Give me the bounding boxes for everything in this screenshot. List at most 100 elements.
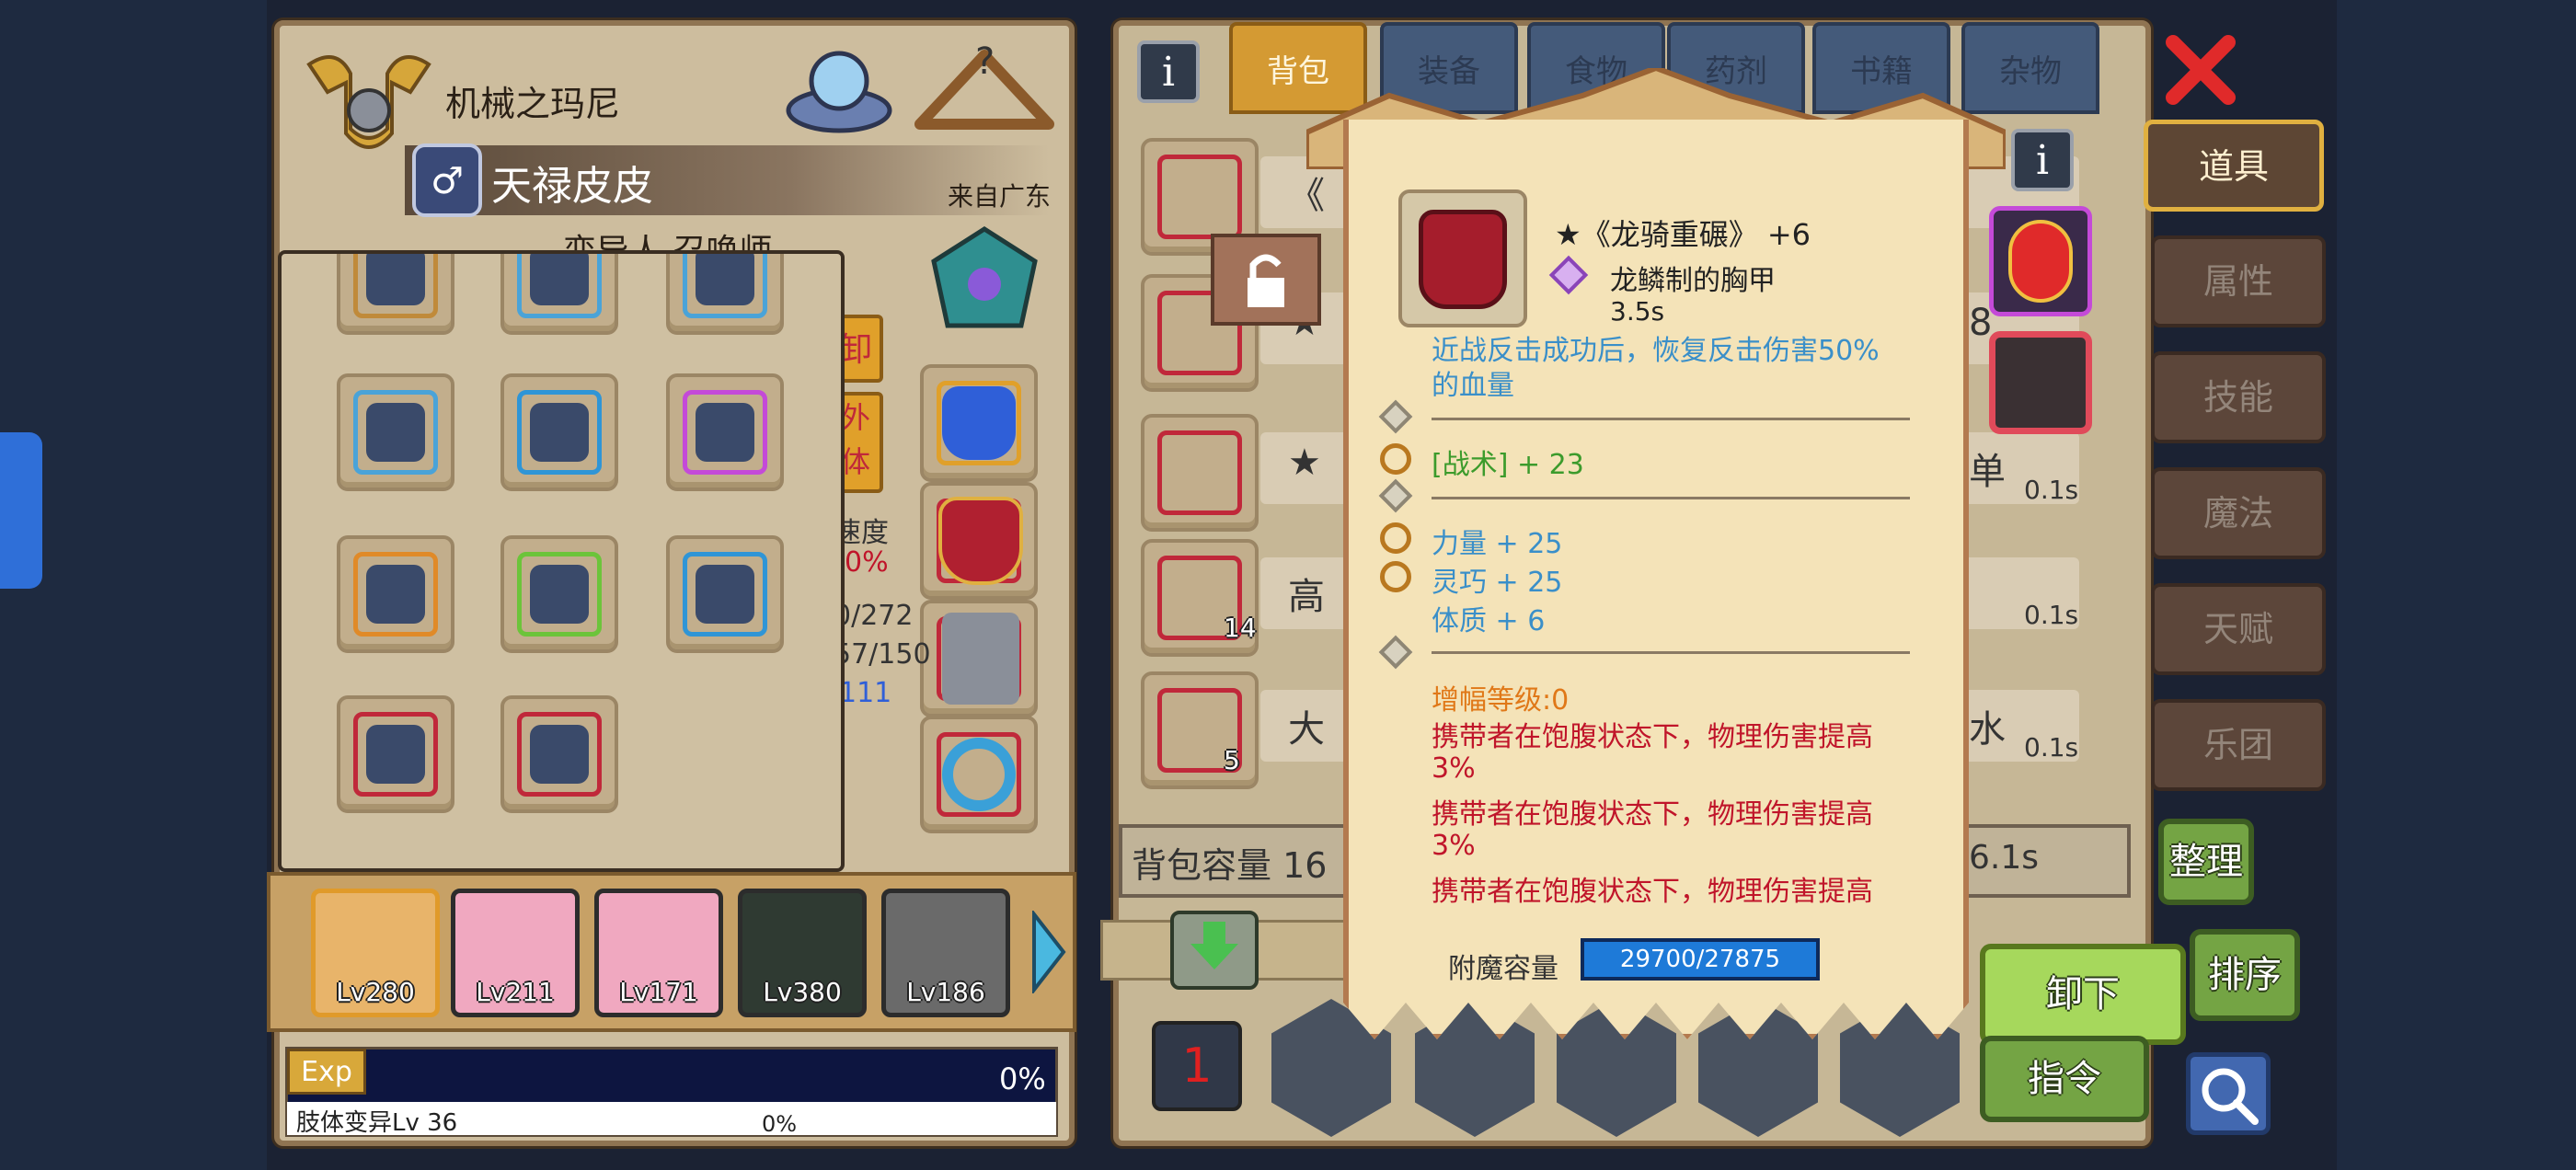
red-helmet-icon xyxy=(938,497,1023,585)
side-menu-item[interactable]: 魔法 xyxy=(2151,467,2326,559)
command-button[interactable]: 指令 xyxy=(1980,1036,2149,1122)
skill-label: 肢体变异Lv 36 xyxy=(296,1109,458,1137)
equipment-slot[interactable] xyxy=(666,373,784,491)
svg-text:?: ? xyxy=(975,40,995,83)
tooltip-bonus-line: 3% xyxy=(1432,752,1476,785)
tooltip-amp-level: 增幅等级:0 xyxy=(1432,684,1570,717)
side-slot-gauntlet[interactable] xyxy=(920,364,1038,482)
origin-label: 来自广东 xyxy=(948,181,1052,212)
key-icon xyxy=(1380,522,1411,554)
tooltip-bonus-line: 携带者在饱腹状态下，物理伤害提高 xyxy=(1432,798,1873,831)
team-portrait[interactable]: Lv186 xyxy=(881,889,1010,1017)
equipment-slot[interactable] xyxy=(500,373,618,491)
tooltip-constitution: 体质 + 6 xyxy=(1432,605,1546,637)
portrait-level: Lv186 xyxy=(906,977,985,1007)
branch-icon xyxy=(366,565,425,624)
row-time: 0.1s xyxy=(2024,475,2079,505)
gear-orb-icon xyxy=(366,403,425,462)
side-slot-ring[interactable] xyxy=(920,716,1038,833)
capacity-label: 背包容量 16 xyxy=(1132,845,1328,886)
info-icon[interactable]: i xyxy=(1137,40,1200,103)
background-left xyxy=(0,0,267,1170)
boots-icon xyxy=(942,613,1019,705)
search-icon[interactable] xyxy=(2186,1052,2271,1135)
tooltip-item-time: 3.5s xyxy=(1610,296,1665,327)
branch-icon xyxy=(696,403,754,462)
unequip-button[interactable]: 卸下 xyxy=(1980,944,2186,1045)
equipment-slot[interactable] xyxy=(500,254,618,335)
equipment-grid-panel xyxy=(278,250,845,872)
sort-button[interactable]: 整理 xyxy=(2158,819,2254,905)
guild-name: 机械之玛尼 xyxy=(445,84,621,124)
team-portrait[interactable]: Lv380 xyxy=(738,889,867,1017)
empty-gem-slot[interactable] xyxy=(1989,331,2092,434)
side-menu-item[interactable]: 属性 xyxy=(2151,235,2326,327)
row-time: 0.1s xyxy=(2024,600,2079,630)
row-name: 大 xyxy=(1288,708,1325,751)
tooltip-bonus-line: 携带者在饱腹状态下，物理伤害提高 xyxy=(1432,876,1873,908)
team-portrait[interactable]: Lv171 xyxy=(594,889,723,1017)
side-slot-helmet[interactable] xyxy=(920,482,1038,600)
gauntlet-icon xyxy=(942,386,1016,460)
equipment-slot[interactable] xyxy=(337,535,454,653)
mp-value: 57/150 xyxy=(834,638,931,671)
tooltip-item-slot xyxy=(1398,189,1527,327)
equipment-slot[interactable] xyxy=(337,695,454,813)
number-sort-icon[interactable]: 1 xyxy=(1152,1021,1242,1111)
row-suffix: 单 xyxy=(1969,451,2006,493)
row-name: 高 xyxy=(1288,576,1325,618)
inventory-item-slot[interactable] xyxy=(1141,671,1259,789)
side-slot-boots[interactable] xyxy=(920,600,1038,717)
guild-emblem-icon xyxy=(300,37,438,156)
row-time: 0.1s xyxy=(2024,732,2079,763)
portal-icon[interactable] xyxy=(784,37,894,138)
equipment-slot[interactable] xyxy=(500,695,618,813)
side-menu-item[interactable]: 技能 xyxy=(2151,351,2326,443)
equipment-slot[interactable] xyxy=(666,535,784,653)
side-menu-item[interactable]: 乐团 xyxy=(2151,699,2326,791)
tooltip-bonus-line: 携带者在饱腹状态下，物理伤害提高 xyxy=(1432,721,1873,753)
ruby-gem-slot[interactable] xyxy=(1989,206,2092,316)
hanger-icon[interactable]: ? xyxy=(911,37,1058,138)
divider xyxy=(1432,497,1910,499)
row-name: 《 xyxy=(1288,175,1325,217)
side-menu-item[interactable]: 天赋 xyxy=(2151,583,2326,675)
equipment-slot[interactable] xyxy=(337,373,454,491)
next-arrow-icon[interactable] xyxy=(1030,909,1067,995)
tooltip-tactic: [战术] + 23 xyxy=(1432,449,1584,481)
chestplate-icon xyxy=(1419,210,1507,309)
footer-time: 6.1s xyxy=(1969,839,2040,877)
row-count: 5 xyxy=(1224,745,1240,775)
skill-pct: 0% xyxy=(762,1111,798,1137)
speed-value: 0% xyxy=(845,546,889,579)
enchant-bar: 29700/27875 xyxy=(1581,938,1820,981)
team-portrait[interactable]: Lv211 xyxy=(451,889,580,1017)
gear-orb-icon xyxy=(530,254,589,305)
slot-frame xyxy=(1157,430,1242,515)
enchant-label: 附魔容量 xyxy=(1448,953,1558,985)
tooltip-info-icon[interactable]: i xyxy=(2011,129,2074,191)
background-right xyxy=(2337,0,2576,1170)
ring-icon xyxy=(942,738,1016,811)
amulet-icon[interactable] xyxy=(929,224,1040,344)
exp-pct: 0% xyxy=(999,1061,1046,1096)
order-button[interactable]: 排序 xyxy=(2190,929,2300,1021)
key-icon xyxy=(1380,561,1411,592)
edge-blue-tab[interactable] xyxy=(0,432,42,589)
divider xyxy=(1432,418,1910,420)
side-menu-item[interactable]: 道具 xyxy=(2144,120,2324,212)
close-icon[interactable] xyxy=(2164,33,2237,107)
equipment-slot[interactable] xyxy=(500,535,618,653)
equipment-slot[interactable] xyxy=(666,254,784,335)
pistol-icon xyxy=(530,403,589,462)
team-portrait[interactable]: Lv280 xyxy=(311,889,440,1017)
lock-icon[interactable] xyxy=(1211,234,1321,326)
inventory-item-slot[interactable] xyxy=(1141,414,1259,532)
slot-frame xyxy=(1157,155,1242,239)
portrait-level: Lv211 xyxy=(476,977,555,1007)
download-icon[interactable] xyxy=(1170,911,1259,990)
character-name: 天禄皮皮 xyxy=(491,163,653,210)
row-name: ★ xyxy=(1288,442,1321,484)
tooltip-bonus-line: 3% xyxy=(1432,830,1476,862)
equipment-slot[interactable] xyxy=(337,254,454,335)
